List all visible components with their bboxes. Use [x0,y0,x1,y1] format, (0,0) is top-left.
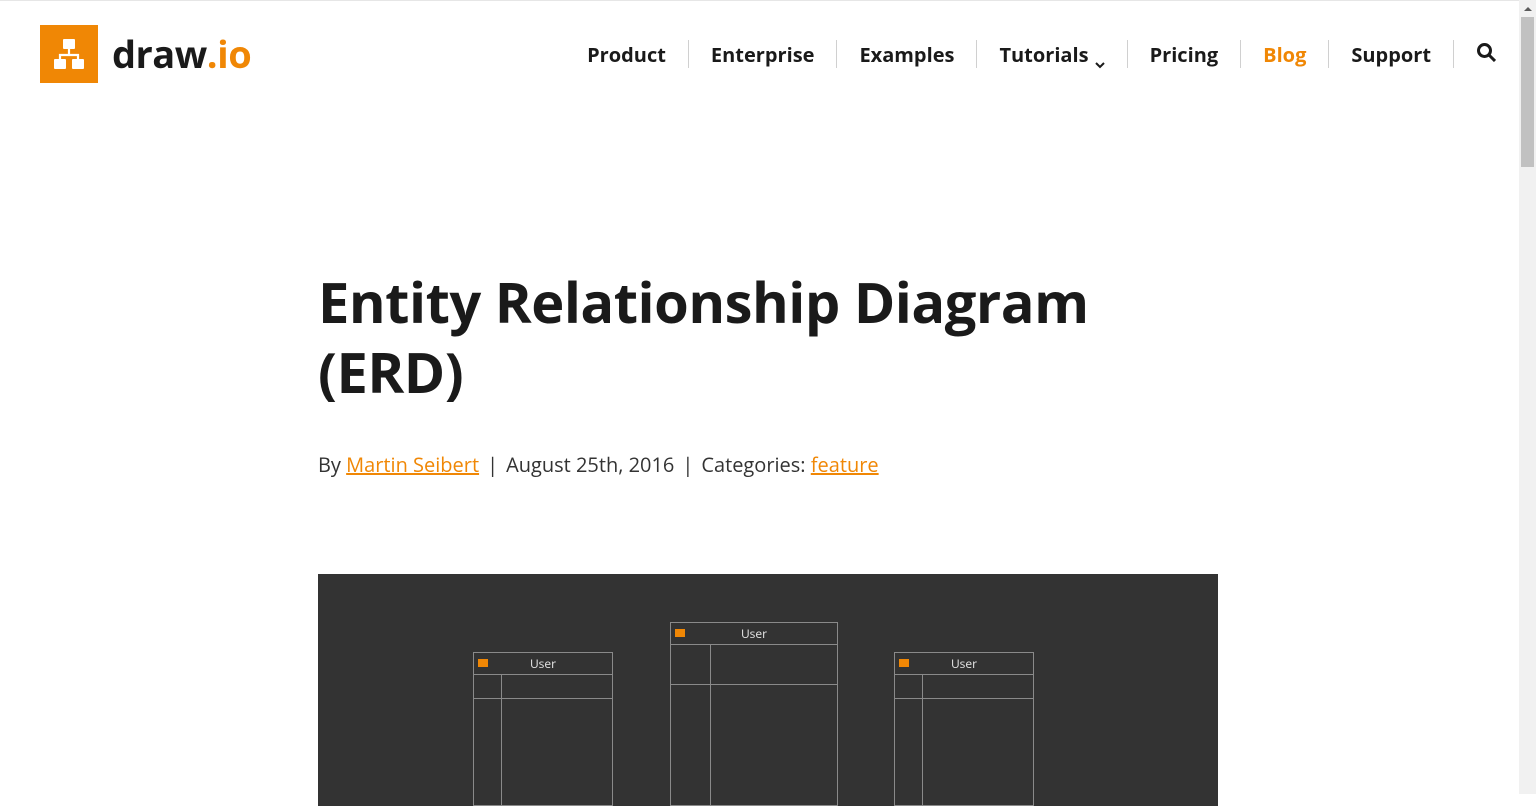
brand-text-dot: . [207,28,217,80]
erd-value-column [923,675,1033,805]
search-icon [1476,42,1496,67]
brand-wordmark: draw.io [112,28,251,80]
article-date: August 25th, 2016 [506,451,674,478]
category-link[interactable]: feature [811,451,879,478]
chevron-down-icon [1095,49,1105,59]
erd-key-column [895,675,923,805]
erd-row [474,675,501,699]
brand-text-part1: draw [112,28,207,80]
erd-entity-box: User [670,622,838,806]
main-nav: Product Enterprise Examples Tutorials Pr… [565,40,1496,68]
nav-enterprise[interactable]: Enterprise [689,41,837,68]
nav-pricing[interactable]: Pricing [1128,41,1241,68]
author-link[interactable]: Martin Seibert [346,451,479,478]
nav-support[interactable]: Support [1329,41,1453,68]
erd-entity-title: User [895,653,1033,675]
nav-label: Support [1351,41,1431,68]
erd-key-column [474,675,502,805]
nav-examples[interactable]: Examples [837,41,976,68]
erd-row [711,645,837,685]
search-button[interactable] [1454,42,1496,67]
erd-row [502,675,612,699]
erd-entity-title: User [671,623,837,645]
brand-text-part2: io [217,28,251,80]
scrollbar-thumb[interactable] [1521,17,1534,167]
article: Entity Relationship Diagram (ERD) By Mar… [318,267,1218,806]
erd-value-column [502,675,612,805]
categories-label: Categories: [701,451,810,478]
nav-product[interactable]: Product [565,41,688,68]
erd-entity-body [474,675,612,805]
nav-label: Examples [859,41,954,68]
meta-separator: | [487,451,498,478]
article-title: Entity Relationship Diagram (ERD) [318,267,1218,407]
erd-key-column [671,645,711,805]
erd-entity-box: User [894,652,1034,806]
nav-label: Pricing [1150,41,1219,68]
brand-logo-icon [40,25,98,83]
erd-row [671,645,710,685]
erd-entity-box: User [473,652,613,806]
by-label: By [318,451,346,478]
hero-image: User User [318,574,1218,806]
erd-value-column [711,645,837,805]
erd-entity-title: User [474,653,612,675]
erd-entity-body [671,645,837,805]
nav-label: Enterprise [711,41,815,68]
erd-entity-body [895,675,1033,805]
nav-blog[interactable]: Blog [1241,41,1328,68]
nav-label: Tutorials [999,41,1088,68]
nav-label: Blog [1263,41,1306,68]
site-header: draw.io Product Enterprise Examples Tuto… [0,1,1536,107]
brand-logo-block[interactable]: draw.io [40,25,251,83]
article-meta: By Martin Seibert | August 25th, 2016 | Cate… [318,451,1218,478]
vertical-scrollbar[interactable] [1519,0,1536,794]
nav-label: Product [587,41,666,68]
scrollbar-up-arrow-icon[interactable] [1519,0,1536,17]
erd-row [923,675,1033,699]
meta-separator: | [682,451,693,478]
erd-row [895,675,922,699]
nav-tutorials[interactable]: Tutorials [977,41,1126,68]
